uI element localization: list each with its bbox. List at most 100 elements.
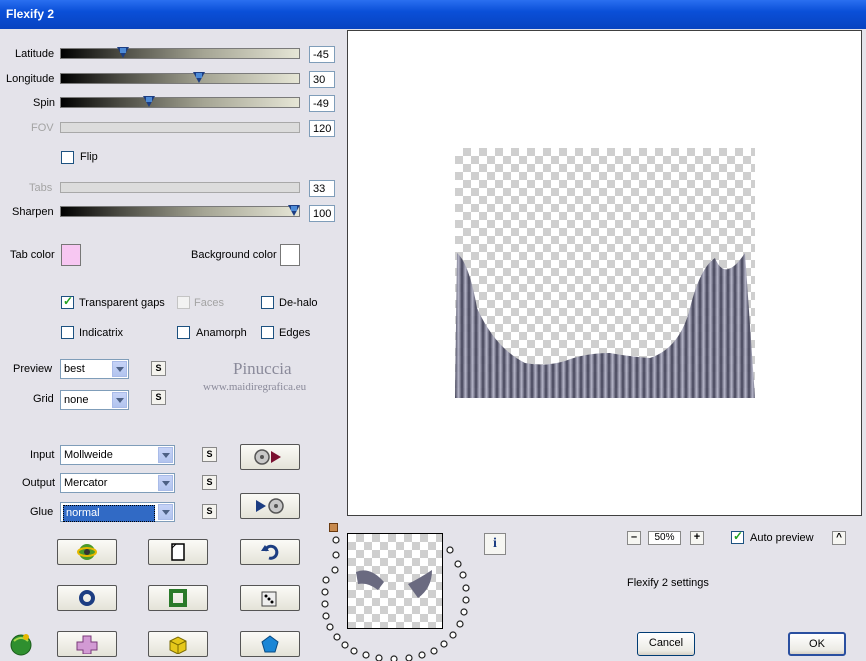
glue-select-value: normal: [63, 505, 155, 522]
spin-thumb[interactable]: [143, 96, 156, 107]
atom-icon: [77, 544, 97, 560]
sharpen-thumb[interactable]: [288, 205, 301, 216]
edges-label: Edges: [279, 327, 311, 339]
anamorph-checkbox[interactable]: [177, 326, 190, 339]
preview-select-value: best: [64, 363, 85, 375]
copy-button[interactable]: [148, 539, 208, 565]
latitude-value[interactable]: -45: [309, 46, 335, 63]
longitude-slider[interactable]: [60, 72, 300, 84]
zoom-in-button[interactable]: +: [690, 531, 704, 545]
disc-play-icon: [254, 449, 281, 465]
chevron-down-icon[interactable]: [112, 392, 127, 408]
background-color-swatch[interactable]: [280, 244, 300, 266]
faces-checkbox: [177, 296, 190, 309]
grid-select-value: none: [64, 394, 89, 406]
tabs-slider: [60, 182, 300, 193]
circle-button[interactable]: [57, 585, 117, 611]
latitude-thumb[interactable]: [116, 47, 129, 58]
undo-icon: [261, 544, 279, 560]
longitude-thumb[interactable]: [193, 72, 206, 83]
preview-render: [455, 253, 755, 398]
ring-icon: [79, 590, 95, 606]
cancel-button[interactable]: Cancel: [637, 632, 695, 656]
tab-color-label: Tab color: [10, 249, 55, 261]
cross-button[interactable]: [57, 631, 117, 657]
fov-label: FOV: [31, 122, 54, 134]
output-select[interactable]: Mercator: [60, 473, 175, 493]
spin-slider[interactable]: [60, 96, 300, 108]
glue-s-button[interactable]: S: [202, 504, 217, 519]
preview-pane[interactable]: [347, 30, 862, 516]
latitude-label: Latitude: [15, 48, 55, 60]
square-button[interactable]: [148, 585, 208, 611]
watermark-url: www.maidiregrafica.eu: [203, 381, 307, 393]
input-s-button[interactable]: S: [202, 447, 217, 462]
tabs-value: 33: [309, 180, 335, 197]
undo-button[interactable]: [240, 539, 300, 565]
thumbnail-shape: [356, 570, 432, 598]
collapse-button[interactable]: ^: [832, 531, 846, 545]
spin-label: Spin: [33, 97, 56, 109]
de-halo-checkbox[interactable]: [261, 296, 274, 309]
fov-value: 120: [309, 120, 335, 137]
preview-image: [455, 148, 755, 398]
navigator-thumbnail[interactable]: [347, 533, 443, 629]
square-icon: [169, 589, 187, 607]
play-disc-icon: [256, 498, 284, 514]
pentagon-button[interactable]: [240, 631, 300, 657]
indicatrix-checkbox[interactable]: [61, 326, 74, 339]
latitude-slider[interactable]: [60, 47, 300, 59]
info-button[interactable]: i: [484, 533, 506, 555]
anamorph-label: Anamorph: [196, 327, 247, 339]
info-icon: i: [493, 536, 497, 551]
cube-button[interactable]: [148, 631, 208, 657]
transparent-gaps-label: Transparent gaps: [79, 297, 165, 309]
play-output-button[interactable]: [240, 493, 300, 519]
play-input-button[interactable]: [240, 444, 300, 470]
sharpen-slider[interactable]: [60, 205, 301, 217]
grid-s-button[interactable]: S: [151, 390, 166, 405]
preview-select[interactable]: best: [60, 359, 129, 379]
flip-checkbox[interactable]: [61, 151, 74, 164]
preview-s-button[interactable]: S: [151, 361, 166, 376]
globe-logo-icon: [10, 634, 32, 656]
grid-label: Grid: [33, 393, 54, 405]
grid-select[interactable]: none: [60, 390, 129, 410]
fov-slider: [60, 122, 300, 133]
longitude-value[interactable]: 30: [309, 71, 335, 88]
chevron-down-icon[interactable]: [158, 504, 173, 520]
chevron-down-icon[interactable]: [158, 447, 173, 463]
tab-color-swatch[interactable]: [61, 244, 81, 266]
document-icon: [171, 543, 185, 561]
transparent-gaps-checkbox[interactable]: ✓: [61, 294, 74, 309]
tabs-label: Tabs: [29, 182, 53, 194]
zoom-out-button[interactable]: –: [627, 531, 641, 545]
chevron-down-icon[interactable]: [112, 361, 127, 377]
cube-icon: [169, 636, 187, 654]
auto-preview-label: Auto preview: [750, 532, 814, 544]
auto-preview-checkbox[interactable]: ✓: [731, 529, 744, 544]
glue-select[interactable]: normal: [60, 502, 175, 522]
output-s-button[interactable]: S: [202, 475, 217, 490]
title-bar: Flexify 2: [0, 0, 866, 29]
preview-label: Preview: [13, 363, 53, 375]
edges-checkbox[interactable]: [261, 326, 274, 339]
spin-value[interactable]: -49: [309, 95, 335, 112]
input-select[interactable]: Mollweide: [60, 445, 175, 465]
faces-label: Faces: [194, 297, 224, 309]
sharpen-value[interactable]: 100: [309, 205, 335, 222]
input-select-value: Mollweide: [64, 449, 113, 461]
sharpen-label: Sharpen: [12, 206, 54, 218]
input-label: Input: [30, 449, 55, 461]
pentagon-icon: [261, 635, 279, 653]
randomize-button[interactable]: [57, 539, 117, 565]
output-label: Output: [22, 477, 56, 489]
dice-button[interactable]: [240, 585, 300, 611]
glue-label: Glue: [30, 506, 54, 518]
chevron-down-icon[interactable]: [158, 475, 173, 491]
de-halo-label: De-halo: [279, 297, 318, 309]
ok-button[interactable]: OK: [788, 632, 846, 656]
background-color-label: Background color: [191, 249, 277, 261]
window-title: Flexify 2: [6, 7, 55, 21]
flexify-logo: [8, 631, 34, 657]
